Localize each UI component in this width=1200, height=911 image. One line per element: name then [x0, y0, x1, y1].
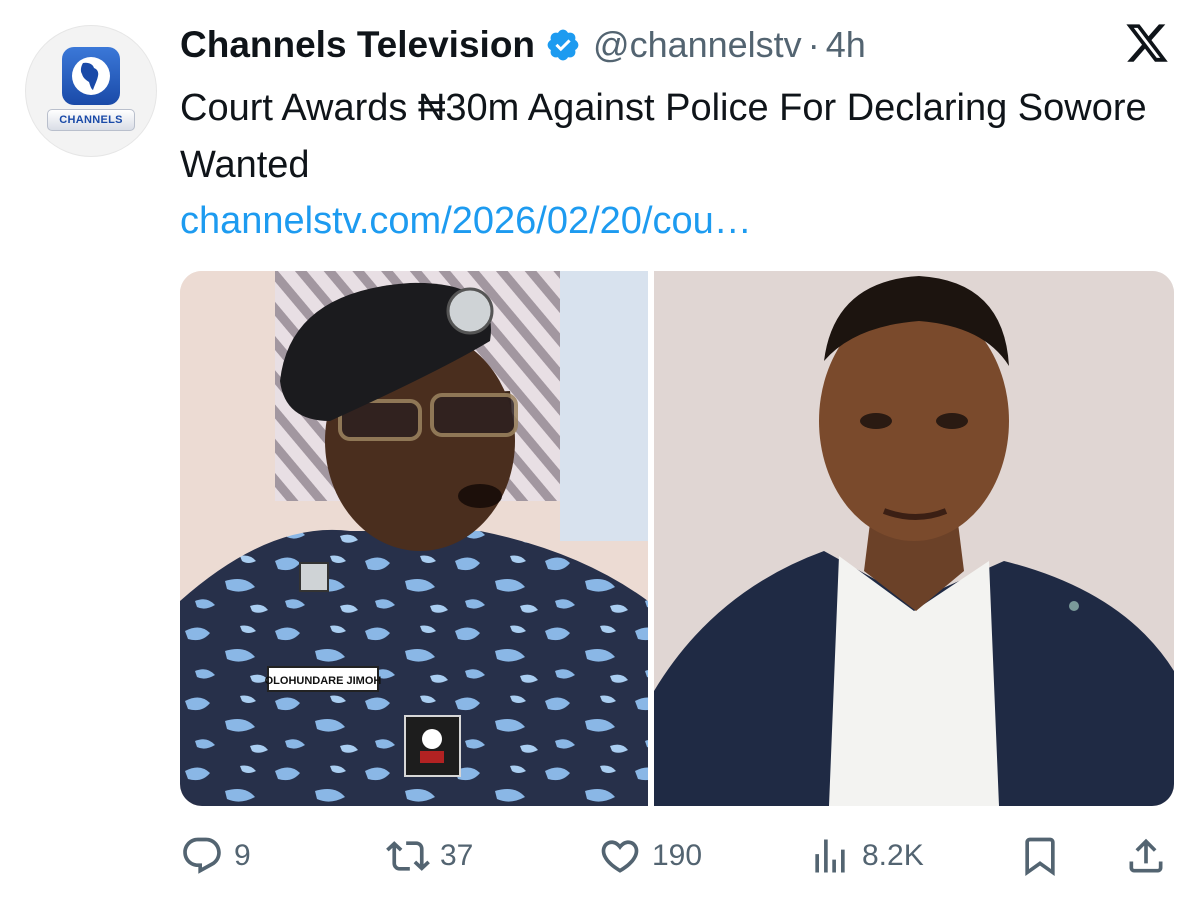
like-button[interactable]: 190	[598, 826, 702, 886]
tweet-text: Court Awards ₦30m Against Police For Dec…	[180, 87, 1147, 186]
repost-icon	[386, 841, 430, 871]
reply-button[interactable]: 9	[180, 826, 251, 886]
name-tag-text: OLOHUNDARE JIMOH	[265, 675, 382, 687]
tweet-actions: 9 37 190 8.2K	[180, 826, 1174, 886]
author-handle[interactable]: @channelstv	[593, 24, 802, 66]
author-display-name[interactable]: Channels Television	[180, 24, 535, 66]
sowore-portrait-photo[interactable]	[654, 271, 1174, 806]
bookmark-button[interactable]	[1018, 826, 1062, 886]
globe-icon	[62, 47, 120, 105]
repost-count: 37	[440, 839, 474, 872]
views-icon	[815, 839, 845, 873]
reply-count: 9	[234, 839, 251, 872]
verified-badge-icon[interactable]	[545, 27, 581, 63]
tweet-timestamp[interactable]: 4h	[826, 24, 866, 66]
x-logo-icon[interactable]	[1123, 20, 1171, 66]
tweet-header: Channels Television @channelstv · 4h	[180, 20, 866, 70]
heart-icon	[601, 840, 639, 873]
separator-dot: ·	[807, 24, 820, 65]
reply-icon	[183, 837, 221, 874]
like-count: 190	[652, 839, 703, 872]
share-icon	[1129, 838, 1163, 873]
repost-button[interactable]: 37	[386, 826, 473, 886]
tweet-link[interactable]: channelstv.com/2026/02/20/cou…	[180, 194, 752, 248]
tweet-media[interactable]: OLOHUNDARE JIMOH	[180, 271, 1174, 806]
bookmark-icon	[1025, 837, 1055, 877]
views-button[interactable]: 8.2K	[808, 826, 924, 886]
channels-logo: CHANNELS	[45, 45, 137, 137]
views-count: 8.2K	[862, 839, 924, 872]
police-officer-photo[interactable]: OLOHUNDARE JIMOH	[180, 271, 648, 806]
channels-logo-plate: CHANNELS	[47, 109, 135, 131]
channels-logo-text: CHANNELS	[59, 114, 123, 126]
author-avatar[interactable]: CHANNELS	[25, 25, 157, 157]
share-button[interactable]	[1124, 826, 1168, 886]
